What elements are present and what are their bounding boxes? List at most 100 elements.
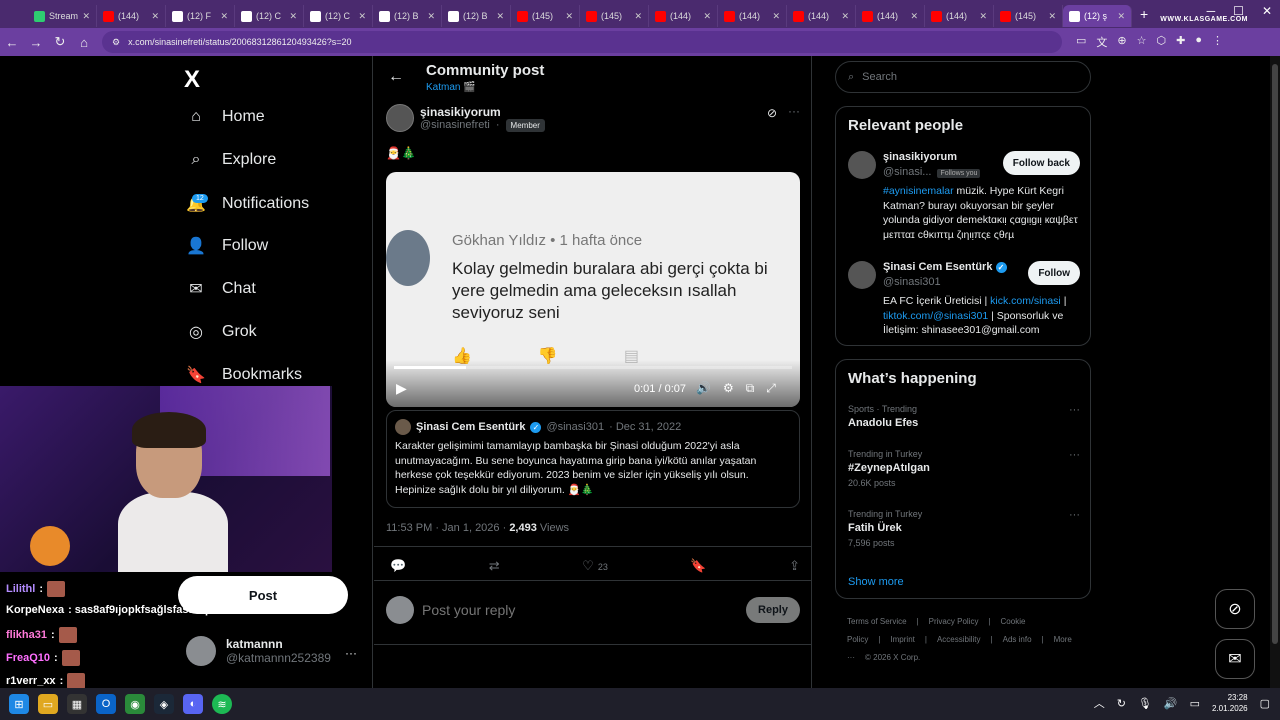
start-icon[interactable]: ⊞ bbox=[9, 694, 29, 714]
tab-close-icon[interactable]: ✕ bbox=[358, 11, 366, 22]
footer-link[interactable]: © 2026 X Corp. bbox=[865, 653, 920, 662]
follow-button[interactable]: Follow bbox=[1028, 261, 1080, 285]
share-icon[interactable]: ⇪ bbox=[789, 558, 800, 574]
calculator-icon[interactable]: ▦ bbox=[67, 694, 87, 714]
browser-tab[interactable]: (145) ✕ bbox=[580, 5, 649, 27]
tab-close-icon[interactable]: ✕ bbox=[82, 11, 90, 22]
steam-icon[interactable]: ◈ bbox=[154, 694, 174, 714]
tab-close-icon[interactable]: ✕ bbox=[841, 11, 849, 22]
menu-dots-icon[interactable]: ⋮ bbox=[1212, 34, 1223, 50]
chevron-up-icon[interactable]: ︿ bbox=[1094, 695, 1105, 711]
sidebar-item-chat[interactable]: ✉ Chat bbox=[186, 279, 256, 299]
url-field[interactable]: ⚙ x.com/sinasinefreti/status/20068312861… bbox=[102, 31, 1062, 53]
footer-link[interactable]: Ads info bbox=[1003, 635, 1032, 644]
tab-close-icon[interactable]: ✕ bbox=[703, 11, 711, 22]
sidebar-item-grok[interactable]: ◎ Grok bbox=[186, 322, 257, 342]
tab-close-icon[interactable]: ✕ bbox=[427, 11, 435, 22]
footer-link[interactable]: Imprint bbox=[890, 635, 914, 644]
like-button[interactable]: ♡ 23 bbox=[582, 558, 608, 574]
speaker-icon[interactable]: 🔊 bbox=[1164, 697, 1178, 710]
close-window-icon[interactable]: ✕ bbox=[1262, 4, 1272, 18]
outlook-icon[interactable]: O bbox=[96, 694, 116, 714]
scroll-thumb[interactable] bbox=[1272, 64, 1278, 644]
messages-fab-icon[interactable]: ✉ bbox=[1215, 639, 1255, 679]
reload-icon[interactable]: ↻ bbox=[48, 34, 72, 50]
browser-tab[interactable]: (144) ✕ bbox=[856, 5, 925, 27]
tab-close-icon[interactable]: ✕ bbox=[910, 11, 918, 22]
browser-tab[interactable]: Stream ✕ bbox=[28, 5, 97, 27]
sidebar-item-explore[interactable]: ⌕ Explore bbox=[186, 151, 277, 169]
trend-more-icon[interactable]: ··· bbox=[1069, 509, 1080, 521]
account-more-icon[interactable]: ··· bbox=[345, 646, 357, 660]
footer-link[interactable]: Privacy Policy bbox=[929, 617, 979, 626]
play-icon[interactable]: ▶ bbox=[396, 380, 407, 397]
notification-center-icon[interactable]: ▢ bbox=[1260, 697, 1270, 710]
reply-button[interactable]: Reply bbox=[746, 597, 800, 623]
scrollbar[interactable] bbox=[1270, 56, 1280, 688]
translate-icon[interactable]: 文 bbox=[1096, 34, 1107, 50]
file-explorer-icon[interactable]: ▭ bbox=[38, 694, 58, 714]
author-avatar[interactable] bbox=[386, 104, 414, 132]
bookmark-star-icon[interactable]: ☆ bbox=[1137, 34, 1147, 50]
author-handle[interactable]: @sinasinefreti bbox=[420, 119, 490, 131]
profile-icon[interactable]: ● bbox=[1195, 34, 1202, 50]
pip-icon[interactable]: ⧉ bbox=[746, 381, 755, 396]
post-more-icon[interactable]: ··· bbox=[788, 104, 800, 118]
tab-close-icon[interactable]: ✕ bbox=[565, 11, 573, 22]
reply-icon[interactable]: 💬 bbox=[390, 558, 406, 574]
spotify-icon[interactable]: ≋ bbox=[212, 694, 232, 714]
trend-item[interactable]: Trending in Turkey #ZeynepAtılgan 20.6K … bbox=[848, 449, 1080, 488]
tab-close-icon[interactable]: ✕ bbox=[220, 11, 228, 22]
fullscreen-icon[interactable]: ⤢ bbox=[766, 381, 776, 396]
tab-close-icon[interactable]: ✕ bbox=[151, 11, 159, 22]
sidebar-item-home[interactable]: ⌂ Home bbox=[186, 108, 265, 126]
grok-fab-icon[interactable]: ⊘ bbox=[1215, 589, 1255, 629]
browser-tab[interactable]: (145) ✕ bbox=[511, 5, 580, 27]
video-player[interactable]: Gökhan Yıldız • 1 hafta önce Kolay gelme… bbox=[386, 172, 800, 407]
wifi-icon[interactable]: ▭ bbox=[1190, 697, 1200, 710]
forward-nav-icon[interactable]: → bbox=[24, 35, 48, 50]
clock[interactable]: 23:28 2.01.2026 bbox=[1212, 692, 1248, 714]
browser-tab[interactable]: (12) C ✕ bbox=[304, 5, 373, 27]
tab-close-icon[interactable]: ✕ bbox=[979, 11, 987, 22]
sidebar-item-follow[interactable]: 👤 Follow bbox=[186, 236, 268, 256]
tab-close-icon[interactable]: ✕ bbox=[289, 11, 297, 22]
hashtag-link[interactable]: #aynisinemalar bbox=[883, 185, 954, 197]
browser-tab[interactable]: (12) B ✕ bbox=[442, 5, 511, 27]
network-icon[interactable]: ↻ bbox=[1117, 697, 1126, 710]
new-tab-button[interactable]: + bbox=[1140, 6, 1148, 22]
tab-close-icon[interactable]: ✕ bbox=[1117, 11, 1125, 22]
browser-tab[interactable]: (12) F ✕ bbox=[166, 5, 235, 27]
trend-item[interactable]: Trending in Turkey Fatih Ürek 7,596 post… bbox=[848, 509, 1080, 548]
footer-link[interactable]: Accessibility bbox=[937, 635, 981, 644]
browser-tab[interactable]: (144) ✕ bbox=[718, 5, 787, 27]
browser-tab[interactable]: (144) ✕ bbox=[97, 5, 166, 27]
browser-tab[interactable]: (12) B ✕ bbox=[373, 5, 442, 27]
tab-close-icon[interactable]: ✕ bbox=[634, 11, 642, 22]
author-name[interactable]: şinasikiyorum bbox=[420, 105, 545, 119]
video-progress-bar[interactable] bbox=[394, 366, 792, 369]
discord-icon[interactable]: ◐ bbox=[183, 694, 203, 714]
zoom-icon[interactable]: ⊕ bbox=[1117, 34, 1126, 50]
back-nav-icon[interactable]: ← bbox=[0, 35, 24, 50]
browser-tab[interactable]: (12) ş ✕ bbox=[1063, 5, 1132, 27]
home-nav-icon[interactable]: ⌂ bbox=[72, 35, 96, 50]
show-more-link[interactable]: Show more bbox=[848, 576, 904, 588]
site-info-icon[interactable]: ⚙ bbox=[112, 37, 120, 48]
settings-icon[interactable]: ⚙ bbox=[723, 381, 734, 396]
kick-link[interactable]: kick.com/sinasi bbox=[990, 295, 1061, 307]
footer-link[interactable]: Terms of Service bbox=[847, 617, 907, 626]
browser-tab[interactable]: (144) ✕ bbox=[649, 5, 718, 27]
account-switcher[interactable]: katmannn @katmannn252389 bbox=[186, 636, 331, 666]
extension-icon[interactable]: ⬡ bbox=[1157, 34, 1167, 50]
quoted-post[interactable]: Şinasi Cem Esentürk ✓ @sinasi301 · Dec 3… bbox=[386, 410, 800, 508]
trend-more-icon[interactable]: ··· bbox=[1069, 449, 1080, 461]
browser-tab[interactable]: (144) ✕ bbox=[925, 5, 994, 27]
bookmark-icon[interactable]: 🔖 bbox=[690, 558, 706, 574]
search-box[interactable]: ⌕ Search bbox=[835, 61, 1091, 93]
trend-more-icon[interactable]: ··· bbox=[1069, 404, 1080, 416]
tab-close-icon[interactable]: ✕ bbox=[496, 11, 504, 22]
reply-input[interactable] bbox=[422, 602, 746, 618]
grok-icon[interactable]: ⊘ bbox=[767, 106, 777, 120]
community-link[interactable]: Katman 🎬 bbox=[426, 82, 476, 93]
